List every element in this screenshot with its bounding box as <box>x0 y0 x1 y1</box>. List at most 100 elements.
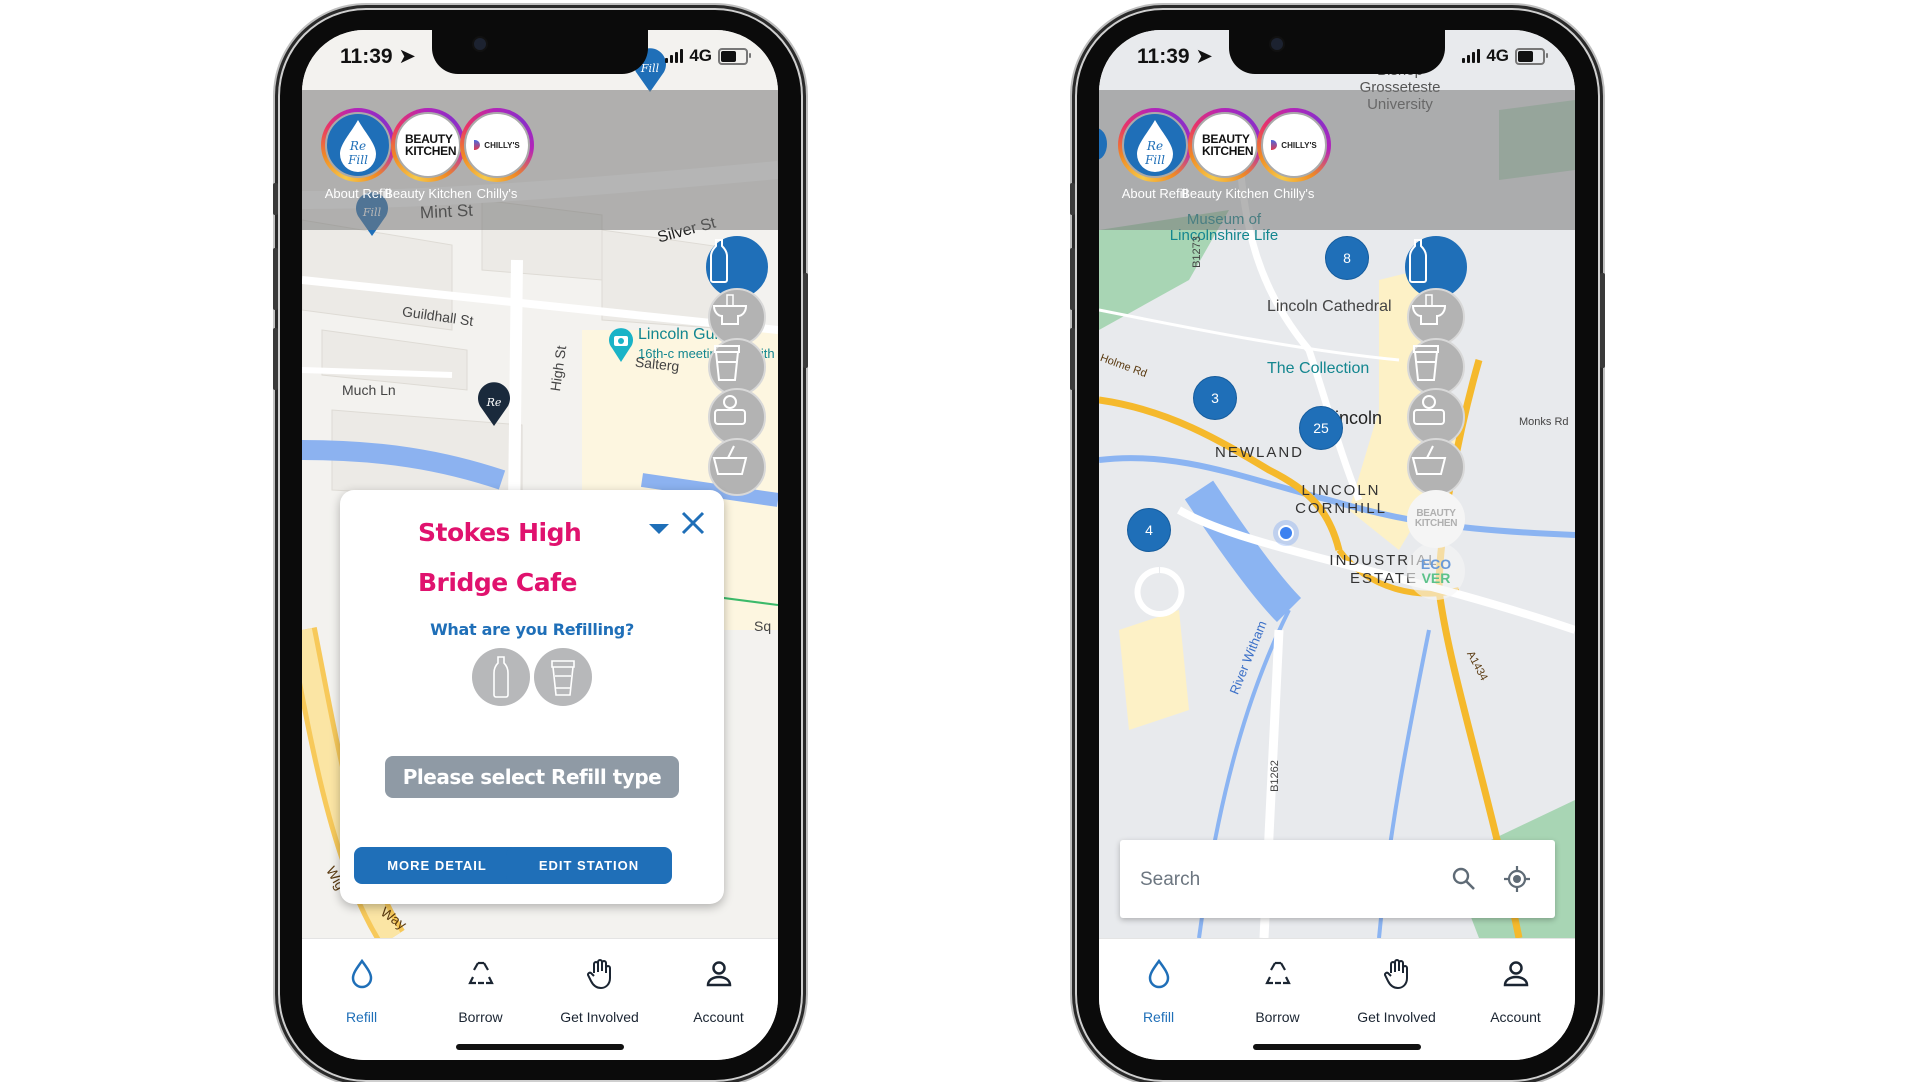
bottle-icon <box>493 656 509 698</box>
station-cluster[interactable]: 25 <box>1299 406 1343 450</box>
story-label: Chilly's <box>1273 186 1315 201</box>
street-label: Much Ln <box>342 382 396 398</box>
svg-text:Fill: Fill <box>347 153 368 167</box>
filter-ecover-button[interactable]: ECO VER <box>1407 542 1465 600</box>
nav-label: Account <box>1490 1009 1541 1025</box>
bottom-nav: Refill Borrow Get Involved Account <box>302 938 778 1060</box>
lunchbox-icon <box>714 395 746 425</box>
fountain-icon <box>712 294 748 325</box>
refill-station-pin-selected[interactable]: Re <box>476 380 512 426</box>
refill-option-coffee-cup[interactable] <box>534 648 592 706</box>
station-popup: Stokes High Bridge Cafe What are you Ref… <box>340 490 724 904</box>
drop-icon <box>1148 958 1169 989</box>
network-type: 4G <box>689 46 712 65</box>
nav-label: Borrow <box>1255 1009 1300 1025</box>
filter-basket-button[interactable] <box>708 438 766 496</box>
story-chillys[interactable]: CHILLY'S Chilly's <box>1249 108 1339 201</box>
hand-icon <box>1383 959 1408 990</box>
bottle-icon <box>1409 239 1427 283</box>
coffee-cup-icon <box>714 345 740 381</box>
home-indicator[interactable] <box>1253 1044 1421 1050</box>
search-icon[interactable] <box>1451 866 1477 892</box>
drop-icon <box>351 958 372 989</box>
close-icon[interactable] <box>680 510 706 536</box>
power-button <box>803 273 808 368</box>
nav-account[interactable]: Account <box>1456 939 1575 1060</box>
my-location-icon[interactable] <box>1503 865 1531 893</box>
battery-icon <box>1515 47 1548 65</box>
status-time: 11:39 ➤ <box>1137 45 1214 68</box>
refill-drop-logo-icon: ReFill <box>340 120 376 172</box>
more-detail-button[interactable]: MORE DETAIL <box>354 847 520 884</box>
fountain-icon <box>1411 294 1447 325</box>
nav-borrow[interactable]: Borrow <box>1218 939 1337 1060</box>
road-label: Monks Rd <box>1519 416 1569 428</box>
svg-text:Re: Re <box>486 396 502 409</box>
search-bar <box>1120 840 1555 920</box>
road-label: B1262 <box>1268 760 1281 792</box>
beauty-kitchen-logo: BEAUTY KITCHEN <box>1202 132 1254 158</box>
recycle-icon <box>1264 961 1291 985</box>
station-cluster[interactable]: 4 <box>1127 508 1171 552</box>
station-cluster[interactable]: 3 <box>1193 376 1237 420</box>
filter-basket-button[interactable] <box>1407 438 1465 496</box>
nav-refill[interactable]: Refill <box>1099 939 1218 1060</box>
refill-question: What are you Refilling? <box>430 620 634 639</box>
svg-text:Re: Re <box>1146 139 1163 153</box>
volume-down-button <box>273 328 278 390</box>
svg-text:Fill: Fill <box>1144 153 1165 167</box>
lunchbox-icon <box>1413 395 1445 425</box>
nav-label: Borrow <box>458 1009 503 1025</box>
volume-up-button <box>1070 248 1075 310</box>
nav-account[interactable]: Account <box>659 939 778 1060</box>
recycle-icon <box>467 961 494 985</box>
screen-right: 11:39 ➤ 4G Grosseteste Lincolnshire Life… <box>1099 30 1575 1060</box>
basket-icon <box>712 445 748 475</box>
select-refill-type-button[interactable]: Please select Refill type <box>385 756 679 798</box>
expand-caret-icon[interactable] <box>649 524 669 534</box>
map-label-the-collection: The Collection <box>1267 360 1370 377</box>
location-arrow-icon: ➤ <box>398 45 417 68</box>
nav-get-involved[interactable]: Get Involved <box>540 939 659 1060</box>
coffee-cup-icon <box>551 660 575 696</box>
signal-icon <box>1462 49 1481 63</box>
search-input[interactable] <box>1138 840 1442 920</box>
basket-icon <box>1411 445 1447 475</box>
refill-drop-logo-icon: ReFill <box>1137 120 1173 172</box>
nav-label: Get Involved <box>560 1009 639 1025</box>
phone-right: 11:39 ➤ 4G Grosseteste Lincolnshire Life… <box>1070 8 1605 1082</box>
chillys-logo: CHILLY'S <box>474 140 520 150</box>
screen-left: 11:39 ➤ 4G Silver St Guildhall St Much L… <box>302 30 778 1060</box>
nav-refill[interactable]: Refill <box>302 939 421 1060</box>
story-partial[interactable] <box>1099 128 1107 160</box>
partner-stories-bar: Re Fill About Refill BEAUTY KITCHEN Beaut… <box>1099 90 1575 230</box>
nav-label: Account <box>693 1009 744 1025</box>
road-label: B1273 <box>1190 236 1203 268</box>
refill-option-bottle[interactable] <box>472 648 530 706</box>
beauty-kitchen-logo: BEAUTY KITCHEN <box>1414 508 1458 529</box>
signal-icon <box>665 49 684 63</box>
status-bar: 11:39 ➤ 4G <box>1099 42 1575 72</box>
nav-get-involved[interactable]: Get Involved <box>1337 939 1456 1060</box>
location-arrow-icon: ➤ <box>1195 45 1214 68</box>
chillys-logo: CHILLY'S <box>1271 140 1317 150</box>
home-indicator[interactable] <box>456 1044 624 1050</box>
battery-icon <box>718 47 751 65</box>
edit-station-button[interactable]: EDIT STATION <box>506 847 672 884</box>
bottle-icon <box>710 239 728 283</box>
street-label: Sq <box>754 618 772 634</box>
coffee-cup-icon <box>1413 345 1439 381</box>
hand-icon <box>586 959 611 990</box>
filter-beauty-kitchen-button[interactable]: BEAUTY KITCHEN <box>1407 490 1465 548</box>
nav-borrow[interactable]: Borrow <box>421 939 540 1060</box>
ecover-logo: ECO VER <box>1420 556 1452 586</box>
map-label-cornhill: LINCOLN CORNHILL <box>1295 482 1387 517</box>
current-location-marker <box>1273 520 1299 546</box>
story-chillys[interactable]: CHILLY'S Chilly's <box>452 108 542 201</box>
status-time: 11:39 ➤ <box>340 45 417 68</box>
nav-label: Refill <box>1142 1009 1175 1025</box>
svg-text:Re: Re <box>349 139 366 153</box>
station-cluster[interactable]: 8 <box>1325 236 1369 280</box>
partner-stories-bar: Re Fill About Refill BEAUTY KITCHEN Beaut… <box>302 90 778 230</box>
volume-down-button <box>1070 328 1075 390</box>
